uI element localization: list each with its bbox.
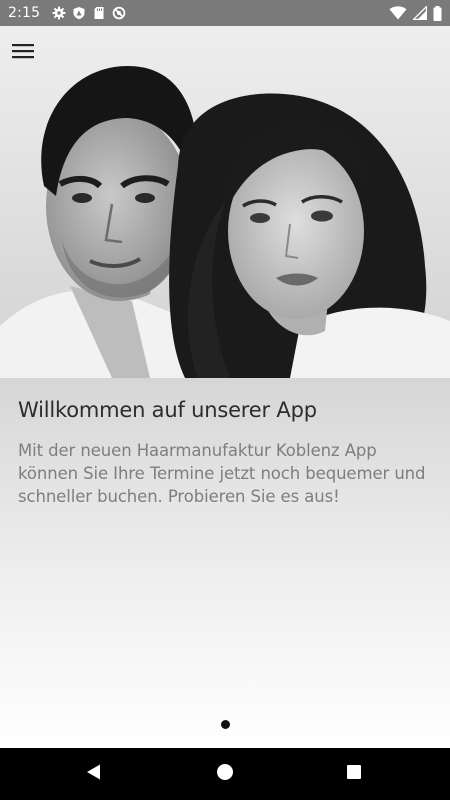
welcome-section: Willkommen auf unserer App Mit der neuen… (0, 378, 450, 748)
no-sync-icon (112, 6, 126, 20)
system-navigation-bar (0, 748, 450, 800)
wifi-icon (389, 6, 407, 20)
status-bar-left: 2:15 (8, 0, 126, 26)
welcome-title: Willkommen auf unserer App (18, 398, 317, 422)
status-bar: 2:15 (0, 0, 450, 26)
status-bar-right (389, 0, 442, 26)
sd-card-icon (92, 6, 106, 20)
status-time: 2:15 (8, 5, 41, 21)
recents-button[interactable] (324, 748, 384, 800)
app-screen: 2:15 Willkommen auf unserer App Mit der … (0, 0, 450, 800)
page-indicator-dot-active[interactable] (220, 720, 230, 729)
menu-button[interactable] (12, 43, 48, 71)
recents-icon (346, 764, 362, 785)
shield-icon (72, 6, 86, 20)
cell-signal-icon (413, 6, 427, 20)
home-icon (216, 763, 234, 786)
page-indicator (0, 720, 450, 729)
home-button[interactable] (195, 748, 255, 800)
battery-icon (433, 5, 442, 21)
gear-icon (52, 6, 66, 20)
hero-photo (0, 26, 450, 378)
welcome-description: Mit der neuen Haarmanufaktur Koblenz App… (18, 441, 426, 506)
hero-portrait-illustration (0, 26, 450, 378)
back-button[interactable] (64, 748, 124, 800)
back-icon (85, 763, 103, 786)
